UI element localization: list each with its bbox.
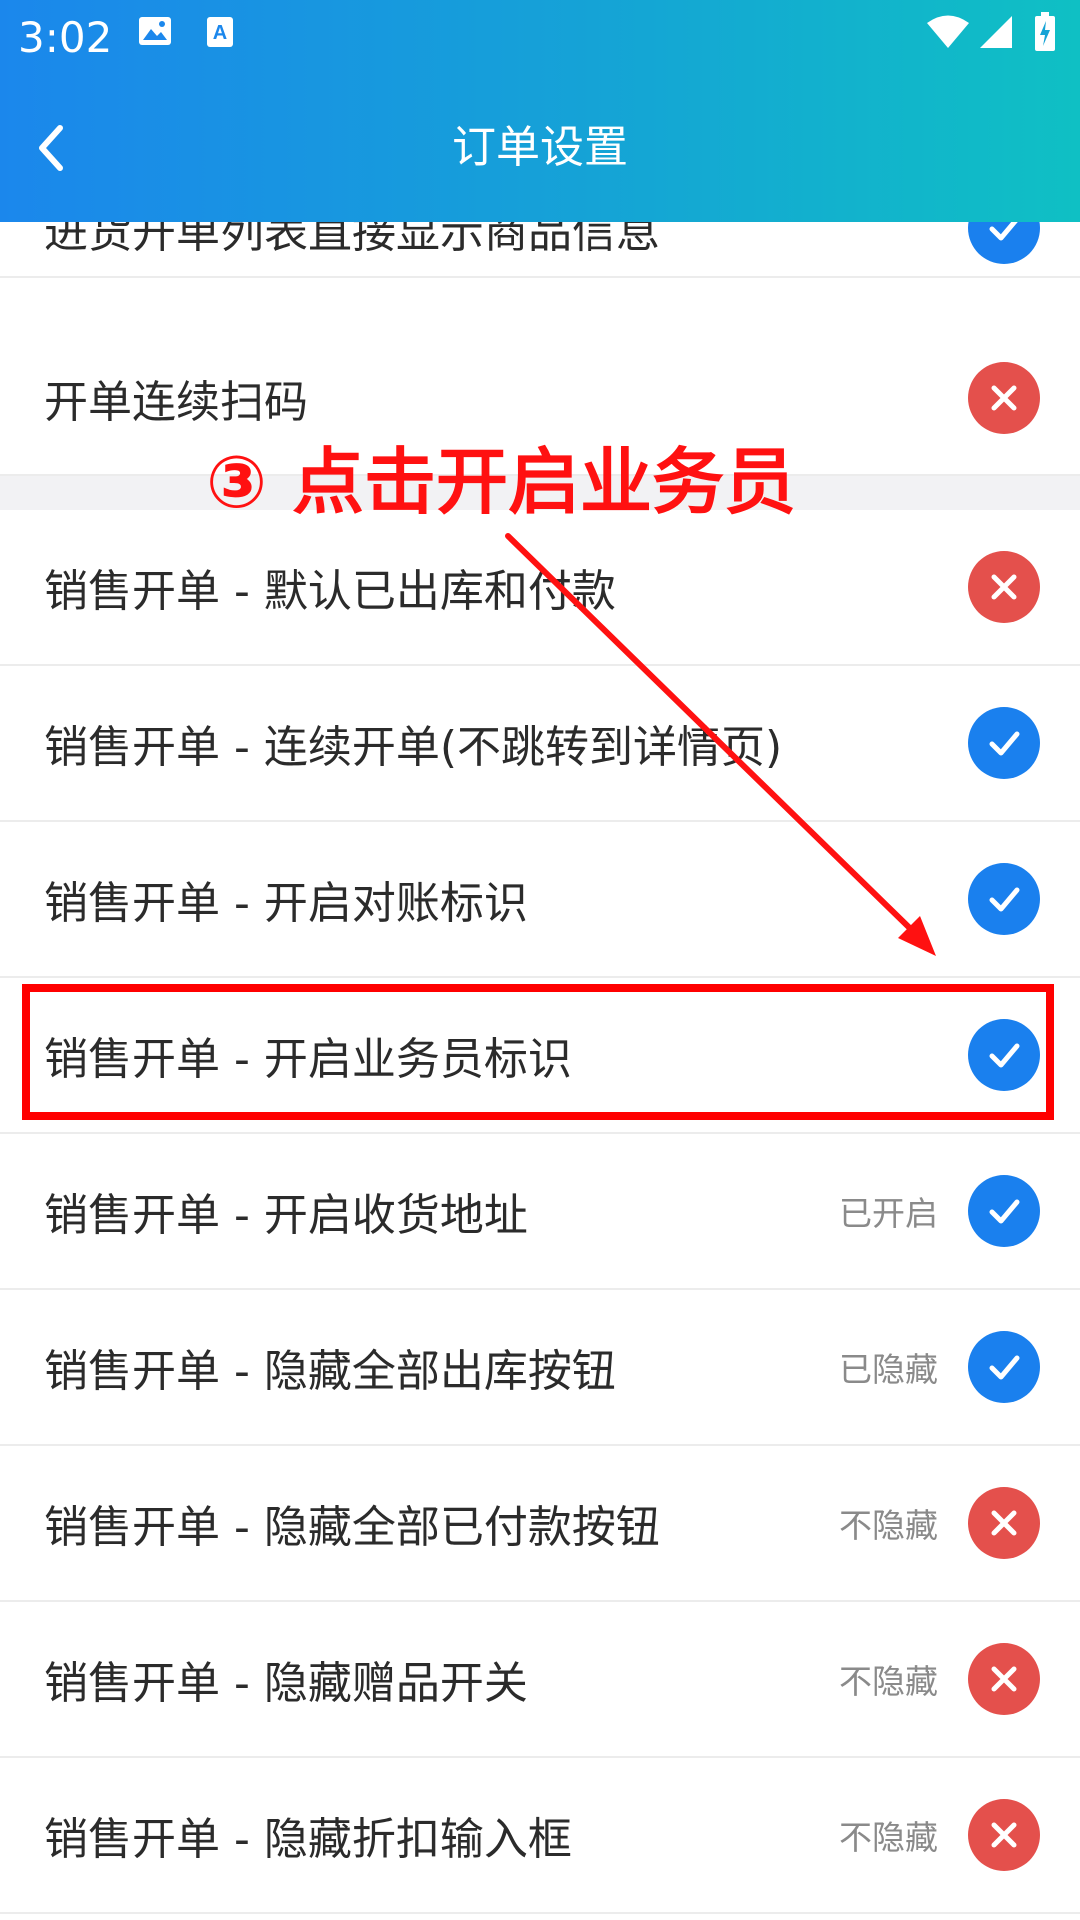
setting-status: 不隐藏 — [839, 1818, 938, 1857]
page-title: 订单设置 — [452, 122, 628, 173]
check-icon — [989, 887, 1020, 912]
setting-status: 已隐藏 — [839, 1350, 938, 1389]
close-icon — [991, 1510, 1017, 1536]
battery-icon — [1034, 12, 1056, 56]
setting-label: 销售开单 - 隐藏折扣输入框 — [44, 1814, 572, 1865]
setting-label: 销售开单 - 隐藏全部已付款按钮 — [44, 1502, 660, 1553]
setting-label: 销售开单 - 默认已出库和付款 — [44, 566, 616, 617]
annotation-highlight-box — [22, 984, 1054, 1120]
toggle-on-button[interactable] — [968, 1331, 1040, 1403]
setting-row[interactable]: 销售开单 - 隐藏折扣输入框 不隐藏 — [0, 1758, 1080, 1914]
setting-label: 销售开单 - 连续开单(不跳转到详情页) — [44, 722, 783, 773]
setting-row[interactable]: 销售开单 - 隐藏全部已付款按钮 不隐藏 — [0, 1446, 1080, 1602]
nav-bar: 订单设置 — [0, 76, 1080, 222]
setting-label: 销售开单 - 隐藏赠品开关 — [44, 1658, 528, 1709]
status-bar: 3:02 A — [0, 0, 1080, 76]
close-icon — [991, 1822, 1017, 1848]
annotation-text: ③ 点击开启业务员 — [206, 440, 797, 524]
svg-text:A: A — [213, 22, 227, 44]
toggle-off-button[interactable] — [968, 551, 1040, 623]
close-icon — [991, 1666, 1017, 1692]
setting-row[interactable]: 销售开单 - 隐藏全部出库按钮 已隐藏 — [0, 1290, 1080, 1446]
image-icon — [138, 16, 172, 50]
setting-row[interactable]: 销售开单 - 默认已出库和付款 — [0, 510, 1080, 666]
setting-label: 销售开单 - 开启收货地址 — [44, 1190, 528, 1241]
setting-label: 销售开单 - 隐藏全部出库按钮 — [44, 1346, 616, 1397]
toggle-off-button[interactable] — [968, 362, 1040, 434]
signal-icon — [978, 14, 1014, 54]
status-time: 3:02 — [18, 13, 113, 62]
check-icon — [989, 731, 1020, 756]
toggle-on-button[interactable] — [968, 1175, 1040, 1247]
toggle-off-button[interactable] — [968, 1643, 1040, 1715]
toggle-off-button[interactable] — [968, 1487, 1040, 1559]
toggle-on-button[interactable] — [968, 707, 1040, 779]
wifi-icon — [926, 14, 970, 54]
toggle-on-button[interactable] — [968, 863, 1040, 935]
app-header: 3:02 A 订单设置 — [0, 0, 1080, 222]
text-a-icon: A — [206, 16, 234, 52]
setting-row[interactable]: 销售开单 - 隐藏赠品开关 不隐藏 — [0, 1602, 1080, 1758]
setting-label: 销售开单 - 开启对账标识 — [44, 878, 528, 929]
setting-row[interactable]: 销售开单 - 开启收货地址 已开启 — [0, 1134, 1080, 1290]
check-icon — [989, 1199, 1020, 1224]
setting-row[interactable]: 销售开单 - 连续开单(不跳转到详情页) — [0, 666, 1080, 822]
check-icon — [989, 1355, 1020, 1380]
setting-status: 不隐藏 — [839, 1662, 938, 1701]
close-icon — [991, 574, 1017, 600]
toggle-off-button[interactable] — [968, 1799, 1040, 1871]
setting-status: 不隐藏 — [839, 1506, 938, 1545]
setting-status: 已开启 — [839, 1194, 938, 1233]
close-icon — [991, 385, 1017, 411]
setting-row[interactable]: 销售开单 - 开启对账标识 — [0, 822, 1080, 978]
